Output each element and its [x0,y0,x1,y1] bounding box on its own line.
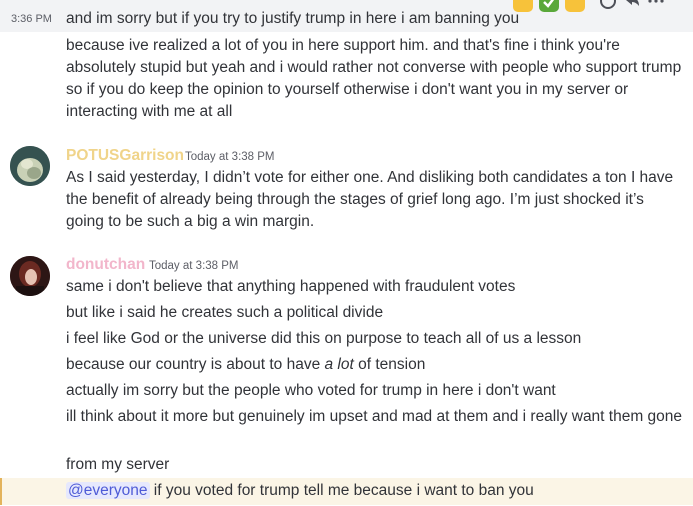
thumbs-up-icon[interactable] [513,0,533,12]
message-text: from my server [66,456,170,473]
italic-text: a lot [324,356,354,373]
message-text: @everyone if you voted for trump tell me… [66,480,685,502]
clap-icon[interactable] [565,0,585,12]
username[interactable]: donutchan [66,256,145,274]
message-text: i feel like God or the universe did this… [66,330,582,347]
message-text-part: because our country is about to have [66,356,325,373]
message-text: As I said yesterday, I didn’t vote for e… [66,169,674,230]
username[interactable]: POTUSGarrison [66,147,184,165]
message-timestamp: 3:36 PM [11,13,52,25]
avatar[interactable] [10,146,50,186]
message-text: because our country is about to have a l… [66,354,685,376]
message-timestamp: Today at 3:38 PM [185,151,275,163]
message-text: but like i said he creates such a politi… [66,304,384,321]
message-toolbar [513,0,665,12]
more-icon[interactable] [647,0,665,10]
avatar[interactable] [10,256,50,296]
message-text: ill think about it more but genuinely im… [66,408,683,425]
reply-icon[interactable] [623,0,641,10]
checkmark-icon[interactable] [539,0,559,12]
mention-everyone[interactable]: @everyone [66,482,150,499]
add-reaction-icon[interactable] [599,0,617,10]
message-text: actually im sorry but the people who vot… [66,382,556,399]
message-timestamp: Today at 3:38 PM [149,260,239,272]
message-text: same i don't believe that anything happe… [66,278,516,295]
message-text: because ive realized a lot of you in her… [66,37,682,120]
message-text-part: of tension [353,356,426,373]
message-text-part: if you voted for trump tell me because i… [149,482,534,499]
